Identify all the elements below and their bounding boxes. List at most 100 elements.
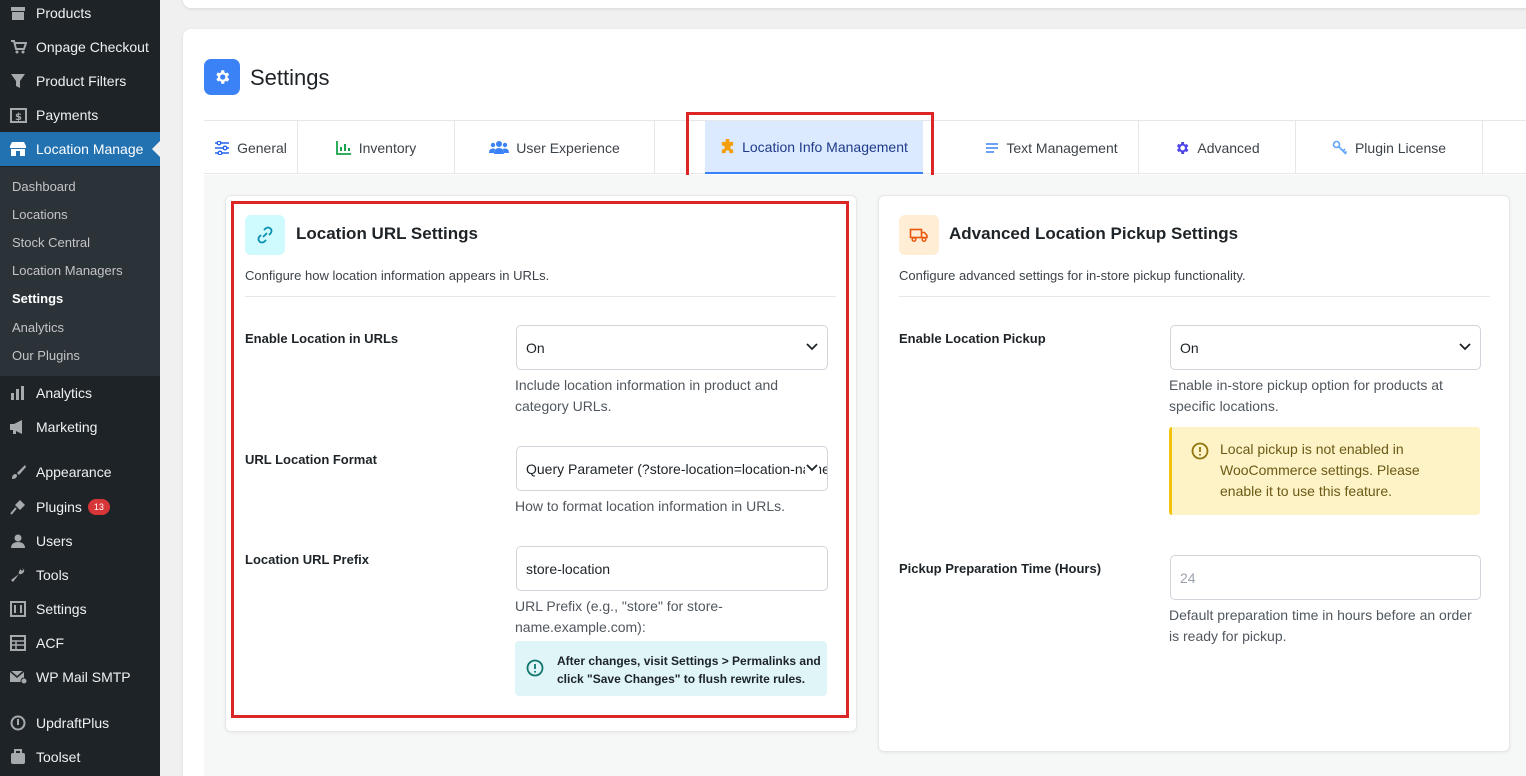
tab-general[interactable]: General — [204, 121, 297, 174]
tab-advanced[interactable]: Advanced — [1139, 121, 1295, 174]
enable-location-pickup-label: Enable Location Pickup — [899, 331, 1046, 346]
sliders-icon — [0, 601, 36, 617]
users-icon — [489, 140, 510, 155]
menu-label: Marketing — [36, 419, 98, 435]
menu-label: Settings — [36, 601, 87, 617]
bar-chart-icon — [0, 385, 36, 401]
tab-divider — [654, 121, 655, 174]
toolset-icon — [0, 749, 36, 765]
menu-item-marketing[interactable]: Marketing — [0, 410, 160, 444]
tab-plugin-license[interactable]: Plugin License — [1296, 121, 1482, 174]
svg-text:$: $ — [15, 112, 22, 123]
plugin-icon — [0, 499, 36, 515]
chevron-down-icon — [1458, 340, 1472, 354]
menu-label: Appearance — [36, 464, 112, 480]
menu-item-product-filters[interactable]: Product Filters — [0, 64, 160, 98]
panel-description: Configure advanced settings for in-store… — [899, 268, 1246, 283]
location-manage-submenu: Dashboard Locations Stock Central Locati… — [0, 167, 160, 376]
key-icon — [1332, 140, 1348, 156]
menu-item-tools[interactable]: Tools — [0, 558, 160, 592]
pickup-prep-time-input[interactable]: 24 — [1170, 555, 1481, 600]
submenu-settings[interactable]: Settings — [12, 289, 63, 309]
tab-label: Text Management — [1006, 139, 1118, 156]
menu-label: Tools — [36, 567, 69, 583]
warning-text: Local pickup is not enabled in WooCommer… — [1220, 441, 1420, 499]
menu-item-analytics[interactable]: Analytics — [0, 376, 160, 410]
menu-label: Analytics — [36, 385, 93, 401]
tab-label: User Experience — [516, 139, 620, 156]
tab-user-experience[interactable]: User Experience — [455, 121, 654, 174]
menu-label: Product Filters — [36, 73, 127, 89]
menu-item-acf[interactable]: ACF — [0, 626, 160, 660]
menu-item-appearance[interactable]: Appearance — [0, 455, 160, 489]
pickup-prep-time-help: Default preparation time in hours before… — [1169, 607, 1472, 644]
menu-item-onpage-checkout[interactable]: Onpage Checkout — [0, 30, 160, 64]
local-pickup-warning: Local pickup is not enabled in WooCommer… — [1169, 427, 1480, 515]
submenu-analytics[interactable]: Analytics — [12, 318, 64, 338]
submenu-dashboard[interactable]: Dashboard — [12, 177, 76, 197]
menu-item-wp-mail-smtp[interactable]: WP Mail SMTP — [0, 660, 160, 694]
menu-item-updraftplus[interactable]: UpdraftPlus — [0, 706, 160, 740]
pickup-prep-time-label: Pickup Preparation Time (Hours) — [899, 561, 1102, 576]
plugins-update-badge: 13 — [87, 499, 110, 515]
menu-item-location-manage[interactable]: Location Manage — [0, 132, 160, 166]
select-value: On — [1180, 339, 1199, 356]
archive-icon — [0, 5, 36, 21]
tab-label: Plugin License — [1354, 139, 1447, 156]
megaphone-icon — [0, 419, 36, 435]
tab-label: Inventory — [358, 139, 417, 156]
menu-label: Users — [36, 533, 73, 549]
warning-circle-icon — [1191, 442, 1209, 460]
menu-label: Plugins — [36, 499, 82, 515]
submenu-location-managers[interactable]: Location Managers — [12, 261, 123, 281]
menu-item-payments[interactable]: $ Payments — [0, 98, 160, 132]
gear-icon — [1174, 140, 1190, 156]
menu-item-plugins[interactable]: Plugins 13 — [0, 490, 160, 524]
enable-location-pickup-select[interactable]: On — [1170, 325, 1481, 370]
submenu-locations[interactable]: Locations — [12, 205, 68, 225]
truck-icon — [899, 215, 939, 255]
settings-header-icon — [204, 59, 240, 95]
tab-text-management[interactable]: Text Management — [964, 121, 1139, 174]
panel-highlight-box — [231, 201, 849, 718]
tab-divider — [1482, 121, 1483, 174]
menu-label: Onpage Checkout — [36, 39, 149, 55]
sliders-icon — [214, 140, 230, 155]
submenu-stock-central[interactable]: Stock Central — [12, 233, 90, 253]
location-store-icon — [0, 141, 36, 157]
menu-item-users[interactable]: Users — [0, 524, 160, 558]
menu-item-products[interactable]: Products — [0, 0, 160, 30]
tab-label: General — [237, 139, 287, 156]
paintbrush-icon — [0, 464, 36, 480]
wrench-icon — [0, 567, 36, 583]
menu-label: Toolset — [36, 749, 81, 765]
panel-divider — [899, 296, 1490, 297]
tab-label: Advanced — [1197, 139, 1260, 156]
top-card — [183, 0, 1526, 8]
acf-grid-icon — [0, 635, 36, 651]
updraft-icon — [0, 715, 36, 731]
menu-label: WP Mail SMTP — [36, 669, 131, 685]
menu-label: Products — [36, 5, 92, 21]
gear-icon — [216, 70, 230, 84]
enable-location-pickup-help: Enable in-store pickup option for produc… — [1169, 377, 1443, 414]
page-title: Settings — [250, 65, 330, 90]
menu-label: UpdraftPlus — [36, 715, 110, 731]
admin-sidebar: Products Onpage Checkout Product Filters… — [0, 0, 160, 776]
menu-label: Location Manage — [36, 141, 144, 157]
tab-highlight-box — [686, 112, 934, 182]
cart-icon — [0, 39, 36, 55]
text-lines-icon — [985, 142, 999, 154]
panel-title: Advanced Location Pickup Settings — [949, 224, 1239, 243]
filter-icon — [0, 73, 36, 89]
menu-label: ACF — [36, 635, 64, 651]
dollar-icon: $ — [0, 107, 36, 123]
mail-icon — [0, 669, 36, 685]
menu-item-settings[interactable]: Settings — [0, 592, 160, 626]
tab-inventory[interactable]: Inventory — [298, 121, 454, 174]
submenu-our-plugins[interactable]: Our Plugins — [12, 346, 80, 366]
chart-icon — [335, 140, 352, 155]
menu-item-toolset[interactable]: Toolset — [0, 740, 160, 774]
menu-label: Payments — [36, 107, 99, 123]
users-icon — [0, 533, 36, 549]
